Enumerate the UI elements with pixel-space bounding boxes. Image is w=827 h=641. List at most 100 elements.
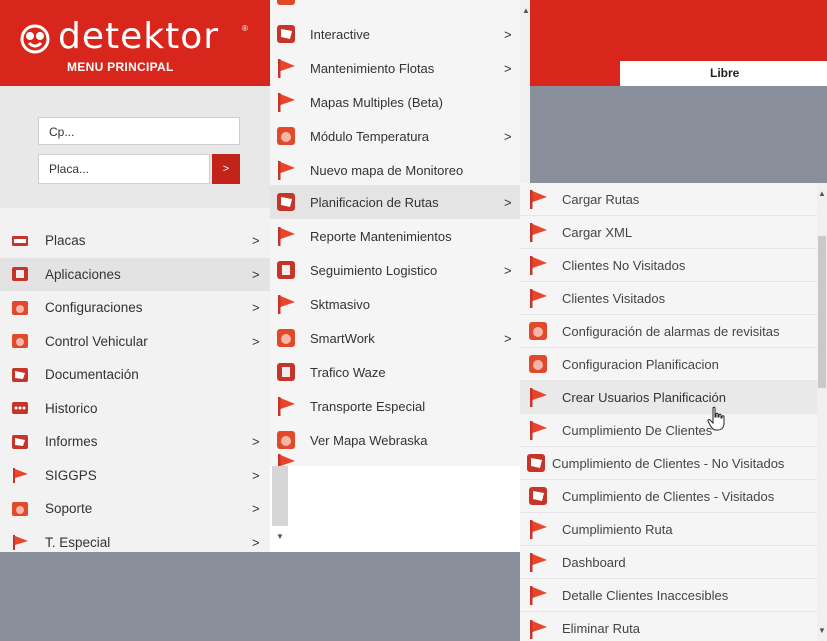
detektor-logo[interactable]: detektor ® MENU PRINCIPAL [20, 16, 250, 78]
doc-icon [12, 367, 28, 382]
box-icon [12, 267, 28, 282]
gauge-icon [277, 329, 295, 347]
doc-icon [527, 454, 545, 472]
flag-icon [530, 553, 547, 572]
scroll-down-arrow-icon[interactable]: ▼ [818, 626, 826, 635]
logo-mark-icon [20, 24, 50, 54]
submenu-partial-bottom-item[interactable] [270, 454, 520, 466]
sidebar-item-control-vehicular[interactable]: Control Vehicular > [0, 324, 270, 358]
submenu2-item-dashboard[interactable]: Dashboard [520, 546, 817, 579]
gauge-icon [277, 0, 295, 5]
hand-pointer-cursor-icon [707, 406, 725, 431]
submenu2-item-cumplimiento-visitados[interactable]: Cumplimiento de Clientes - Visitados [520, 480, 817, 513]
flag-icon [13, 535, 28, 551]
sidebar-item-informes[interactable]: Informes > [0, 425, 270, 459]
submenu-item-sktmasivo[interactable]: Sktmasivo [270, 287, 520, 321]
submenu-item-seguimiento-logistico[interactable]: Seguimiento Logistico > [270, 253, 520, 287]
submenu-partial-top-item[interactable] [270, 0, 520, 6]
scroll-down-arrow-icon[interactable]: ▼ [276, 532, 284, 541]
submenu-scrollbar[interactable] [520, 0, 530, 185]
submenu-item-planificacion-rutas[interactable]: Planificacion de Rutas > [270, 185, 520, 219]
flag-icon [278, 59, 295, 78]
flag-icon [530, 586, 547, 605]
gauge-icon [529, 355, 547, 373]
scroll-up-arrow-icon[interactable]: ▲ [818, 189, 826, 198]
doc-icon [277, 193, 295, 211]
gauge-icon [529, 322, 547, 340]
doc-icon [529, 487, 547, 505]
flag-icon [278, 93, 295, 112]
flag-icon [278, 161, 295, 180]
gauge-icon [277, 431, 295, 449]
flag-icon [530, 223, 547, 242]
submenu2-item-clientes-visitados[interactable]: Clientes Visitados [520, 282, 817, 315]
submenu2-item-config-alarmas-revisitas[interactable]: Configuración de alarmas de revisitas [520, 315, 817, 348]
submenu2-item-cargar-xml[interactable]: Cargar XML [520, 216, 817, 249]
flag-icon [278, 454, 295, 466]
plate-icon [12, 235, 28, 246]
submenu2-item-detalle-clientes-inaccesibles[interactable]: Detalle Clientes Inaccesibles [520, 579, 817, 612]
sidebar-item-soporte[interactable]: Soporte > [0, 492, 270, 526]
doc-icon [277, 25, 295, 43]
planificacion-rutas-submenu: Cargar Rutas Cargar XML Clientes No Visi… [520, 183, 827, 641]
submenu-item-ver-mapa-webraska[interactable]: Ver Mapa Webraska [270, 423, 520, 457]
content-background [520, 86, 827, 183]
dots-icon [12, 402, 28, 415]
sidebar-item-siggps[interactable]: SIGGPS > [0, 458, 270, 492]
submenu2-item-cumplimiento-clientes[interactable]: Cumplimiento De Clientes [520, 414, 817, 447]
flag-icon [530, 256, 547, 275]
logo-registered-mark: ® [242, 24, 248, 33]
submenu-item-transporte-especial[interactable]: Transporte Especial [270, 389, 520, 423]
submenu-item-nuevo-mapa-monitoreo[interactable]: Nuevo mapa de Monitoreo [270, 153, 520, 187]
submenu2-item-clientes-no-visitados[interactable]: Clientes No Visitados [520, 249, 817, 282]
sidebar-scrollbar-thumb[interactable] [272, 466, 288, 526]
flag-icon [530, 619, 547, 639]
gauge-icon [12, 300, 28, 315]
sidebar-item-configuraciones[interactable]: Configuraciones > [0, 291, 270, 325]
submenu2-item-eliminar-ruta[interactable]: Eliminar Ruta [520, 612, 817, 641]
placa-search-input[interactable]: Placa... [38, 154, 210, 184]
box-icon [277, 363, 295, 381]
gauge-icon [277, 127, 295, 145]
submenu2-item-crear-usuarios-planificacion[interactable]: Crear Usuarios Planificación [520, 381, 817, 414]
submenu2-item-cargar-rutas[interactable]: Cargar Rutas [520, 183, 817, 216]
submenu2-item-configuracion-planificacion[interactable]: Configuracion Planificacion [520, 348, 817, 381]
sidebar-item-aplicaciones[interactable]: Aplicaciones > [0, 257, 270, 291]
status-libre-field: Libre [620, 61, 827, 86]
flag-icon [530, 421, 547, 440]
submenu-item-modulo-temperatura[interactable]: Módulo Temperatura > [270, 119, 520, 153]
flag-icon [530, 520, 547, 539]
submenu2-scrollbar-thumb[interactable] [818, 236, 826, 388]
flag-icon [278, 397, 295, 416]
sidebar-item-historico[interactable]: Historico [0, 391, 270, 425]
gauge-icon [12, 501, 28, 516]
submenu-item-mapas-multiples[interactable]: Mapas Multiples (Beta) [270, 85, 520, 119]
submenu-item-mantenimiento-flotas[interactable]: Mantenimiento Flotas > [270, 51, 520, 85]
submenu-item-reporte-mantenimientos[interactable]: Reporte Mantenimientos [270, 219, 520, 253]
sidebar-menu: Placas > Aplicaciones > Configuraciones > C… [0, 224, 270, 559]
menu-principal-title: MENU PRINCIPAL [67, 60, 174, 74]
doc-icon [12, 434, 28, 449]
submenu2-item-cumplimiento-ruta[interactable]: Cumplimiento Ruta [520, 513, 817, 546]
submenu-item-interactive[interactable]: Interactive > [270, 17, 520, 51]
flag-icon [278, 295, 295, 314]
logo-wordmark: detektor [58, 16, 220, 57]
gauge-icon [12, 334, 28, 349]
flag-icon [278, 227, 295, 246]
sidebar-item-documentacion[interactable]: Documentación [0, 358, 270, 392]
content-background-lower [0, 552, 520, 641]
box-icon [277, 261, 295, 279]
cp-search-input[interactable]: Cp... [38, 117, 240, 145]
scroll-up-arrow-icon[interactable]: ▲ [522, 6, 530, 15]
placa-search-button[interactable]: > [212, 154, 240, 184]
sidebar-search-panel: Cp... Placa... [0, 86, 270, 208]
submenu-item-trafico-waze[interactable]: Trafico Waze [270, 355, 520, 389]
aplicaciones-submenu: Interactive > Mantenimiento Flotas > Mapas… [270, 0, 520, 466]
flag-icon [13, 468, 28, 484]
sidebar-item-placas[interactable]: Placas > [0, 224, 270, 258]
submenu2-item-cumplimiento-no-visitados[interactable]: Cumplimiento de Clientes - No Visitados [520, 447, 817, 480]
flag-icon [530, 388, 547, 407]
submenu-item-smartwork[interactable]: SmartWork > [270, 321, 520, 355]
flag-icon [530, 190, 547, 209]
flag-icon [530, 289, 547, 308]
